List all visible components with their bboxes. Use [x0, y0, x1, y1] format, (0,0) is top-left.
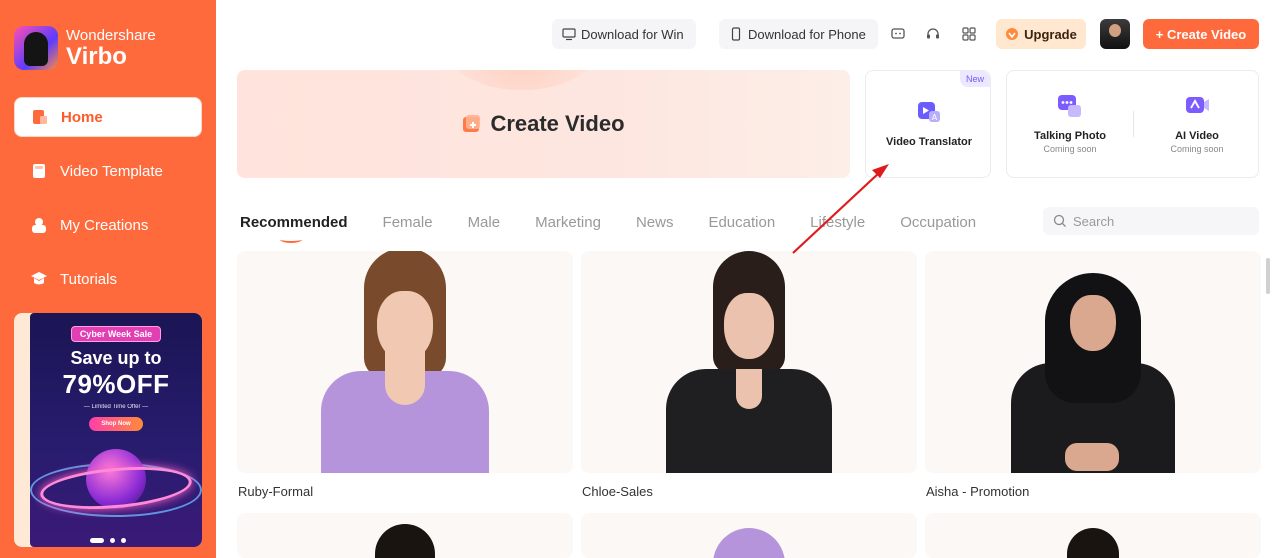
- sidebar-item-home[interactable]: Home: [14, 97, 202, 137]
- template-icon: [30, 162, 48, 180]
- tab-lifestyle[interactable]: Lifestyle: [810, 214, 865, 231]
- promo-limited: — Limited Time Offer —: [83, 404, 149, 410]
- download-win-label: Download for Win: [581, 26, 684, 42]
- avatar-name: Aisha - Promotion: [926, 484, 1030, 499]
- avatar-card[interactable]: [925, 513, 1261, 558]
- download-win-button[interactable]: Download for Win: [552, 19, 696, 49]
- tab-occupation[interactable]: Occupation: [900, 214, 976, 231]
- carousel-dot[interactable]: [90, 538, 104, 543]
- talking-photo-tool[interactable]: Talking Photo Coming soon: [1007, 93, 1133, 154]
- avatar-image: [581, 251, 917, 473]
- avatar-image: [581, 513, 917, 558]
- avatar-card-chloe[interactable]: Chloe-Sales: [581, 251, 917, 499]
- create-video-icon: [462, 114, 482, 134]
- virbo-logo-icon: [14, 26, 58, 70]
- ai-video-icon: [1184, 97, 1210, 123]
- upgrade-button[interactable]: Upgrade: [996, 19, 1086, 49]
- svg-text:A: A: [932, 113, 938, 122]
- avatar-image: [237, 251, 573, 473]
- brand-company: Wondershare: [66, 26, 156, 44]
- ai-tools-card: Talking Photo Coming soon AI Video Comin…: [1006, 70, 1259, 178]
- video-translator-title: Video Translator: [886, 136, 972, 148]
- avatar-name: Chloe-Sales: [582, 484, 653, 499]
- avatar-card[interactable]: [581, 513, 917, 558]
- sidebar-item-label: Video Template: [60, 162, 163, 180]
- download-phone-button[interactable]: Download for Phone: [719, 19, 878, 49]
- translate-icon: A: [916, 102, 942, 129]
- brand-product: Virbo: [66, 42, 127, 70]
- tab-marketing[interactable]: Marketing: [535, 214, 601, 231]
- search-icon: [1053, 214, 1067, 228]
- ai-video-status: Coming soon: [1170, 144, 1224, 154]
- tab-female[interactable]: Female: [383, 214, 433, 231]
- avatar-image: [925, 513, 1261, 558]
- ai-video-tool[interactable]: AI Video Coming soon: [1134, 93, 1260, 154]
- carousel-dot[interactable]: [121, 538, 126, 543]
- sidebar: Wondershare Virbo Home Video Template My…: [0, 0, 216, 558]
- create-video-card[interactable]: Create Video: [237, 70, 850, 178]
- tutorials-icon: [30, 270, 48, 288]
- avatar-card-aisha[interactable]: Aisha - Promotion: [925, 251, 1261, 499]
- tab-education[interactable]: Education: [708, 214, 775, 231]
- avatar-image: [237, 513, 573, 558]
- promo-tag: Cyber Week Sale: [70, 326, 162, 342]
- carousel-dots[interactable]: [14, 538, 202, 543]
- talking-photo-title: Talking Photo: [1034, 130, 1106, 142]
- phone-icon: [729, 27, 743, 41]
- talking-photo-status: Coming soon: [1043, 144, 1097, 154]
- avatar-name: Ruby-Formal: [238, 484, 314, 499]
- avatar-card-ruby[interactable]: Ruby-Formal: [237, 251, 573, 499]
- scrollbar-thumb[interactable]: [1266, 258, 1270, 294]
- app-logo[interactable]: Wondershare Virbo: [14, 26, 156, 70]
- avatar-image: [925, 251, 1261, 473]
- new-badge: New: [959, 71, 990, 87]
- promo-banner[interactable]: Cyber Week Sale Save up to 79%OFF — Limi…: [14, 313, 202, 547]
- user-avatar[interactable]: [1100, 19, 1130, 49]
- sidebar-item-video-template[interactable]: Video Template: [14, 151, 202, 191]
- sidebar-item-tutorials[interactable]: Tutorials: [14, 259, 202, 299]
- crown-icon: [1005, 28, 1019, 40]
- search-box[interactable]: [1043, 207, 1259, 235]
- download-phone-label: Download for Phone: [748, 26, 866, 42]
- apps-grid-icon[interactable]: [958, 23, 980, 45]
- feedback-icon[interactable]: [887, 23, 909, 45]
- shop-now-button[interactable]: Shop Now: [89, 417, 143, 431]
- create-video-card-label: Create Video: [490, 111, 625, 136]
- tab-male[interactable]: Male: [468, 214, 501, 231]
- carousel-dot[interactable]: [110, 538, 115, 543]
- sidebar-item-label: Tutorials: [60, 270, 117, 288]
- upgrade-label: Upgrade: [1024, 26, 1077, 42]
- sidebar-item-my-creations[interactable]: My Creations: [14, 205, 202, 245]
- avatar-card[interactable]: [237, 513, 573, 558]
- creations-icon: [30, 216, 48, 234]
- ai-video-title: AI Video: [1175, 130, 1219, 142]
- create-video-button[interactable]: + Create Video: [1143, 19, 1259, 49]
- home-icon: [31, 108, 49, 126]
- promo-headline: Save up to: [70, 348, 162, 368]
- video-translator-card[interactable]: New A Video Translator: [865, 70, 991, 178]
- search-input[interactable]: [1073, 213, 1243, 229]
- monitor-icon: [562, 27, 576, 41]
- category-tabs: Recommended Female Male Marketing News E…: [240, 214, 1011, 243]
- tab-recommended[interactable]: Recommended: [240, 214, 348, 243]
- hands: [1065, 443, 1119, 471]
- talking-photo-icon: [1057, 95, 1083, 123]
- promo-discount: 79%OFF: [62, 369, 170, 399]
- tab-news[interactable]: News: [636, 214, 674, 231]
- support-headset-icon[interactable]: [922, 23, 944, 45]
- sidebar-item-label: My Creations: [60, 216, 149, 234]
- sidebar-item-label: Home: [61, 108, 103, 126]
